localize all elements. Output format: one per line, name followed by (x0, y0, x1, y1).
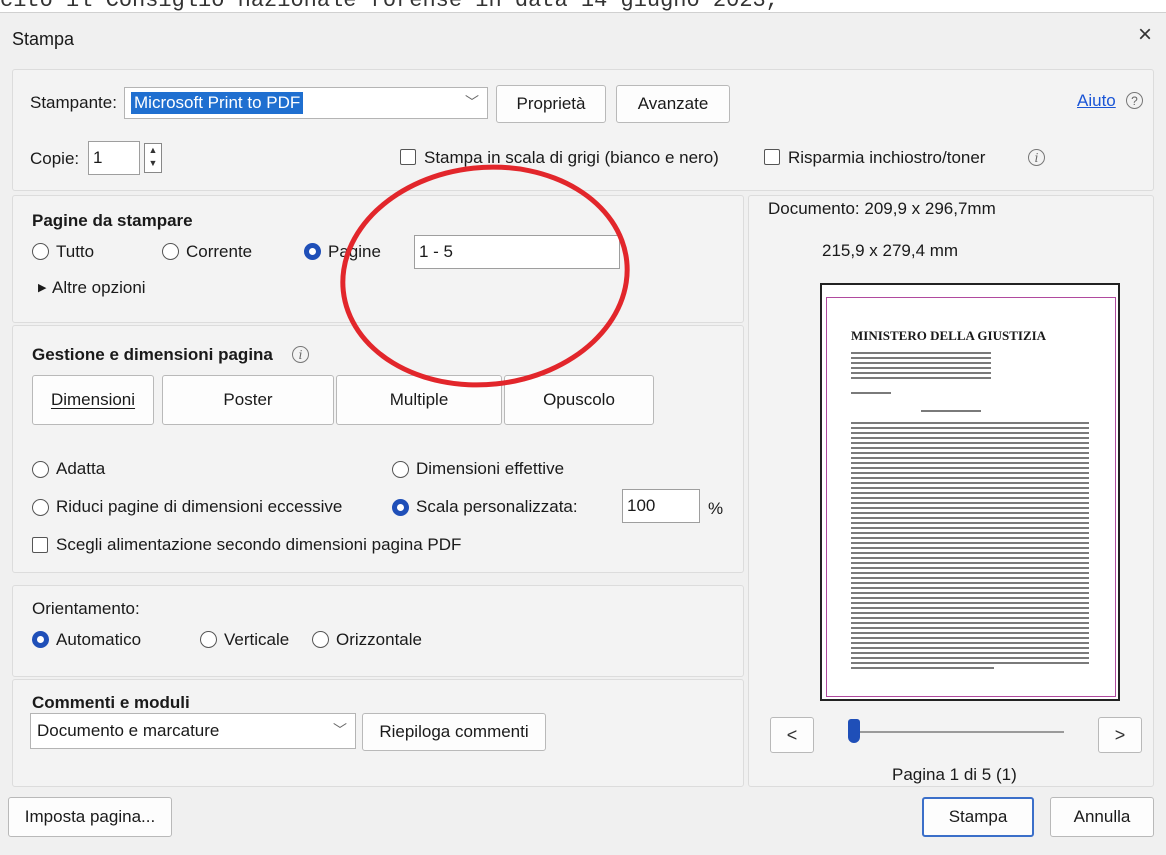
document-size: Documento: 209,9 x 296,7mm (768, 199, 996, 218)
page-range-input[interactable] (414, 235, 620, 269)
booklet-button[interactable]: Opuscolo (504, 375, 654, 425)
radio-all-label: Tutto (56, 242, 95, 261)
radio-landscape[interactable] (312, 631, 329, 648)
poster-button[interactable]: Poster (162, 375, 334, 425)
radio-shrink-label: Riduci pagine di dimensioni eccessive (56, 497, 343, 516)
radio-pages-label: Pagine (328, 242, 381, 261)
radio-landscape-label: Orizzontale (336, 630, 422, 649)
radio-automatic[interactable] (32, 631, 49, 648)
orientation-heading: Orientamento: (32, 599, 140, 618)
size-button[interactable]: Dimensioni (32, 375, 154, 425)
radio-pages[interactable] (304, 243, 321, 260)
summarize-comments-button[interactable]: Riepiloga commenti (362, 713, 546, 751)
radio-portrait-label: Verticale (224, 630, 290, 649)
printer-label: Stampante: (30, 93, 117, 112)
printer-select[interactable]: Microsoft Print to PDF ﹀ (124, 87, 488, 119)
help-link[interactable]: Aiuto (1077, 91, 1116, 111)
radio-current[interactable] (162, 243, 179, 260)
print-button[interactable]: Stampa (922, 797, 1034, 837)
printer-value: Microsoft Print to PDF (131, 92, 304, 114)
preview-text-block-4 (851, 422, 1089, 672)
grayscale-checkbox[interactable] (400, 149, 416, 165)
print-dialog: Stampa × Stampante: Microsoft Print to P… (0, 12, 1166, 855)
info-icon[interactable]: i (1028, 149, 1045, 166)
radio-actual-size[interactable] (392, 461, 409, 478)
paper-size: 215,9 x 279,4 mm (822, 241, 959, 260)
expand-triangle-icon[interactable]: ▶ (38, 281, 46, 294)
sizing-heading: Gestione e dimensioni pagina (32, 345, 273, 364)
save-ink-checkbox[interactable] (764, 149, 780, 165)
scale-input[interactable] (622, 489, 700, 523)
dialog-title: Stampa (12, 29, 75, 49)
radio-custom-scale[interactable] (392, 499, 409, 516)
paper-source-checkbox[interactable] (32, 537, 48, 553)
radio-current-label: Corrente (186, 242, 253, 261)
preview-text-block-1 (851, 352, 991, 382)
comments-select-value: Documento e marcature (37, 721, 220, 740)
chevron-down-icon: ﹀ (333, 722, 347, 738)
background-document-text: cito il Consiglio nazionale forense in d… (0, 0, 1166, 12)
radio-all[interactable] (32, 243, 49, 260)
percent-label: % (708, 499, 724, 518)
radio-automatic-label: Automatico (56, 630, 142, 649)
radio-fit-label: Adatta (56, 459, 106, 478)
page-setup-button[interactable]: Imposta pagina... (8, 797, 172, 837)
copies-label: Copie: (30, 149, 80, 168)
page-preview: MINISTERO DELLA GIUSTIZIA (826, 297, 1116, 697)
page-slider-thumb[interactable] (848, 719, 860, 743)
properties-button[interactable]: Proprietà (496, 85, 606, 123)
prev-page-button[interactable]: < (770, 717, 814, 753)
page-slider-track[interactable] (850, 731, 1064, 733)
copies-input[interactable] (88, 141, 140, 175)
comments-select[interactable]: Documento e marcature ﹀ (30, 713, 356, 749)
preview-doc-title: MINISTERO DELLA GIUSTIZIA (851, 328, 1047, 343)
cancel-button[interactable]: Annulla (1050, 797, 1154, 837)
radio-actual-size-label: Dimensioni effettive (416, 459, 565, 478)
grayscale-label: Stampa in scala di grigi (bianco e nero) (424, 148, 719, 167)
sizing-info-icon[interactable]: i (292, 346, 309, 363)
radio-shrink[interactable] (32, 499, 49, 516)
comments-heading: Commenti e moduli (32, 693, 190, 712)
radio-portrait[interactable] (200, 631, 217, 648)
page-info: Pagina 1 di 5 (1) (892, 765, 1017, 784)
more-options-toggle[interactable]: Altre opzioni (52, 278, 146, 298)
advanced-button[interactable]: Avanzate (616, 85, 730, 123)
preview-text-block-2 (851, 392, 891, 397)
copies-stepper[interactable]: ▲ ▼ (144, 143, 162, 173)
save-ink-label: Risparmia inchiostro/toner (788, 148, 986, 167)
next-page-button[interactable]: > (1098, 717, 1142, 753)
radio-custom-scale-label: Scala personalizzata: (416, 497, 578, 516)
close-icon[interactable]: × (1138, 21, 1152, 49)
help-icon[interactable]: ? (1126, 92, 1143, 109)
preview-text-block-3 (921, 410, 981, 415)
size-button-label: Dimensioni (50, 390, 136, 409)
pages-heading: Pagine da stampare (32, 211, 193, 230)
multiple-button[interactable]: Multiple (336, 375, 502, 425)
paper-source-label: Scegli alimentazione secondo dimensioni … (56, 535, 462, 554)
radio-fit[interactable] (32, 461, 49, 478)
chevron-down-icon: ﹀ (465, 94, 479, 110)
